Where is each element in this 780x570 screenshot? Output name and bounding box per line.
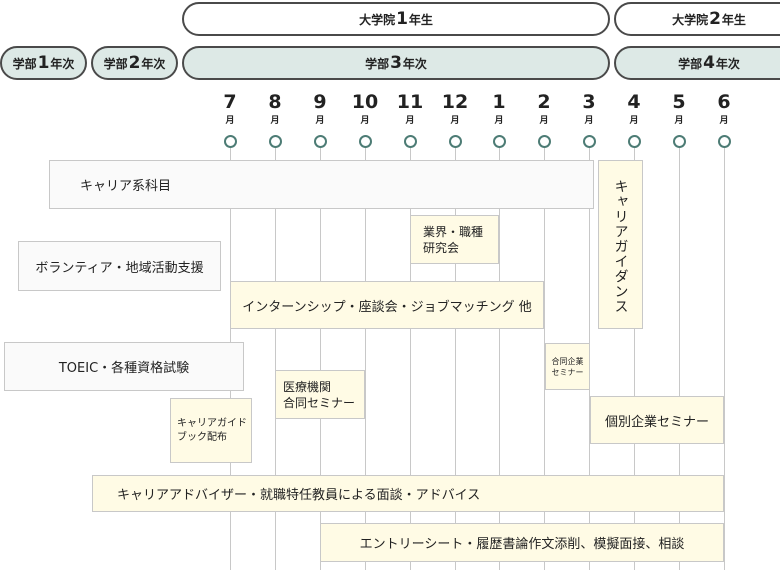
month-10-number: 10 — [351, 91, 379, 113]
month-8: 8月 — [255, 92, 295, 126]
grad-year-1-num: 1 — [396, 9, 408, 29]
undergrad-year-2-post: 年次 — [141, 56, 166, 71]
undergrad-year-3-post: 年次 — [402, 56, 427, 71]
medical-seminar-label: 医療機関 合同セミナー — [283, 379, 356, 410]
month-10: 10 月 — [345, 92, 385, 126]
timeline-dot-5 — [673, 135, 686, 148]
medical-seminar-box: 医療機関 合同セミナー — [275, 370, 365, 419]
month-6-unit: 月 — [719, 116, 729, 126]
month-9-number: 9 — [313, 91, 327, 113]
internship-label: インターンシップ・座談会・ジョブマッチング 他 — [242, 299, 532, 315]
timeline-dot-10 — [359, 135, 372, 148]
industry-study-box: 業界・職種 研究会 — [410, 215, 499, 264]
month-3: 3月 — [569, 92, 609, 126]
undergrad-year-1-pre: 学部 — [12, 56, 37, 71]
advisor-label: キャリアアドバイザー・就職特任教員による面談・アドバイス — [117, 488, 481, 503]
undergrad-year-1-post: 年次 — [50, 56, 75, 71]
grad-year-2-pre: 大学院 — [672, 12, 709, 27]
month-6: 6月 — [704, 92, 744, 126]
industry-study-label: 業界・職種 研究会 — [423, 224, 484, 255]
month-2-unit: 月 — [539, 116, 549, 126]
individual-seminar-label: 個別企業セミナー — [604, 414, 709, 430]
entry-sheet-label: エントリーシート・履歴書論作文添削、模擬面接、相談 — [359, 537, 685, 552]
grad-year-1-pill: 大学院 1 年生 — [182, 2, 610, 36]
month-11: 11 月 — [390, 92, 430, 126]
month-4-unit: 月 — [629, 116, 639, 126]
career-guidance-label: キャリアガイダンス — [612, 179, 629, 314]
timeline-dot-1 — [493, 135, 506, 148]
month-3-number: 3 — [582, 91, 596, 113]
month-5: 5月 — [659, 92, 699, 126]
timeline-dot-4 — [628, 135, 641, 148]
undergrad-year-3-num: 3 — [390, 53, 402, 73]
month-1-number: 1 — [492, 91, 506, 113]
month-7-unit: 月 — [225, 116, 235, 126]
month-7-number: 7 — [223, 91, 237, 113]
undergrad-year-2-pre: 学部 — [103, 56, 128, 71]
joint-company-seminar-box: 合同企業 セミナー — [545, 343, 590, 390]
grad-year-2-pill: 大学院 2 年生 — [614, 2, 780, 36]
career-courses-label: キャリア系科目 — [80, 179, 172, 194]
timeline-dot-11 — [404, 135, 417, 148]
toeic-label: TOEIC・各種資格試験 — [58, 361, 190, 376]
career-guidebook-box: キャリアガイド ブック配布 — [170, 398, 252, 463]
volunteer-label: ボランティア・地域活動支援 — [35, 260, 204, 276]
undergrad-year-4-post: 年次 — [715, 56, 740, 71]
month-8-unit: 月 — [270, 116, 280, 126]
month-5-number: 5 — [672, 91, 686, 113]
undergrad-year-1-num: 1 — [37, 53, 50, 73]
month-2-number: 2 — [537, 91, 551, 113]
undergrad-year-4-pre: 学部 — [678, 56, 703, 71]
timeline-dot-6 — [718, 135, 731, 148]
timeline-dot-3 — [583, 135, 596, 148]
undergrad-year-4-num: 4 — [703, 53, 715, 73]
timeline-dot-7 — [224, 135, 237, 148]
undergrad-year-1-pill: 学部 1 年次 — [0, 46, 87, 80]
timeline-line-6 — [724, 146, 725, 570]
undergrad-year-3-pill: 学部 3 年次 — [182, 46, 610, 80]
grad-year-1-post: 年生 — [408, 12, 433, 27]
toeic-box: TOEIC・各種資格試験 — [4, 342, 244, 391]
month-9: 9月 — [300, 92, 340, 126]
month-6-number: 6 — [717, 91, 731, 113]
month-9-unit: 月 — [315, 116, 325, 126]
month-1-unit: 月 — [494, 116, 504, 126]
career-guidebook-label: キャリアガイド ブック配布 — [177, 417, 247, 443]
timeline-dot-12 — [449, 135, 462, 148]
month-4: 4月 — [614, 92, 654, 126]
month-12: 12 月 — [435, 92, 475, 126]
internship-box: インターンシップ・座談会・ジョブマッチング 他 — [230, 281, 544, 329]
grad-year-2-post: 年生 — [721, 12, 746, 27]
month-1: 1月 — [479, 92, 519, 126]
month-4-number: 4 — [627, 91, 641, 113]
month-12-unit: 月 — [450, 116, 460, 126]
undergrad-year-2-num: 2 — [128, 53, 141, 73]
grad-year-2-num: 2 — [709, 9, 721, 29]
grad-year-1-pre: 大学院 — [359, 12, 396, 27]
advisor-box: キャリアアドバイザー・就職特任教員による面談・アドバイス — [92, 475, 724, 512]
month-5-unit: 月 — [674, 116, 684, 126]
month-10-unit: 月 — [360, 116, 370, 126]
month-7: 7月 — [210, 92, 250, 126]
month-8-number: 8 — [268, 91, 282, 113]
career-guidance-box: キャリアガイダンス — [598, 160, 643, 329]
individual-seminar-box: 個別企業セミナー — [590, 396, 724, 444]
timeline-dot-8 — [269, 135, 282, 148]
timeline-dot-9 — [314, 135, 327, 148]
undergrad-year-4-pill: 学部 4 年次 — [614, 46, 780, 80]
timeline-dot-2 — [538, 135, 551, 148]
month-3-unit: 月 — [584, 116, 594, 126]
undergrad-year-3-pre: 学部 — [365, 56, 390, 71]
month-11-unit: 月 — [405, 116, 415, 126]
volunteer-box: ボランティア・地域活動支援 — [18, 241, 221, 291]
month-11-number: 11 — [396, 91, 424, 113]
month-2: 2月 — [524, 92, 564, 126]
career-courses-box: キャリア系科目 — [49, 160, 594, 209]
joint-company-seminar-label: 合同企業 セミナー — [551, 356, 584, 377]
month-12-number: 12 — [441, 91, 469, 113]
entry-sheet-box: エントリーシート・履歴書論作文添削、模擬面接、相談 — [320, 523, 724, 562]
undergrad-year-2-pill: 学部 2 年次 — [91, 46, 178, 80]
